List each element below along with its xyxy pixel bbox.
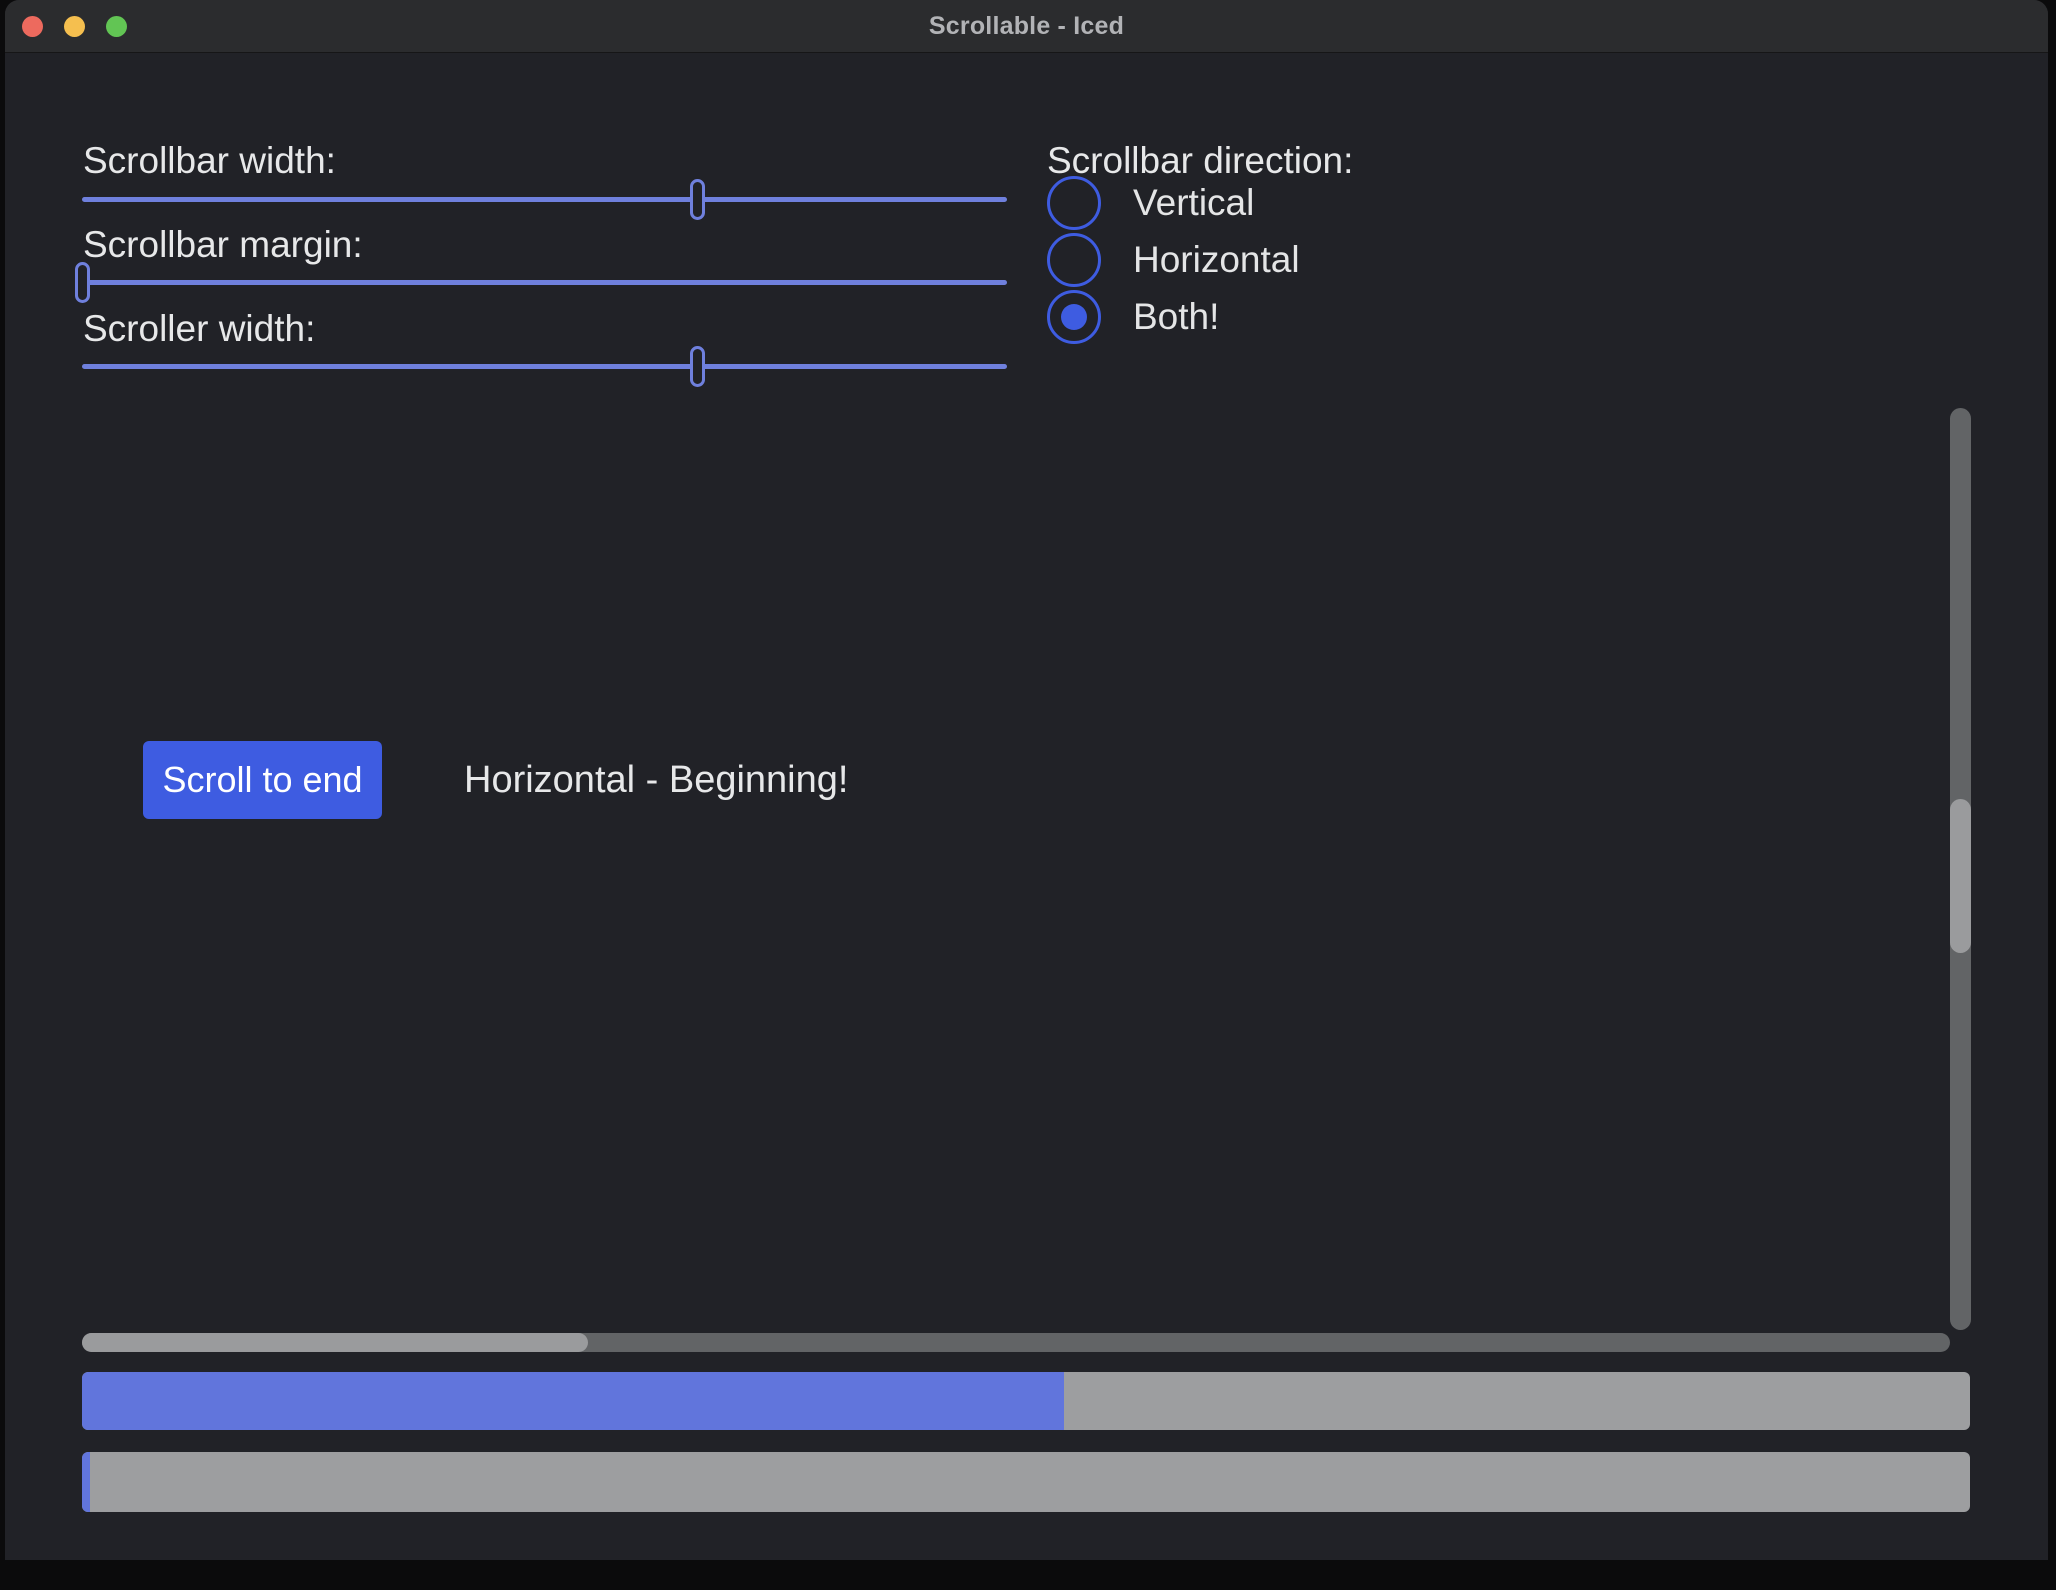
scrollbar-margin-label: Scrollbar margin: xyxy=(83,223,363,267)
horizontal-scrollbar-track[interactable] xyxy=(82,1333,1950,1352)
scrollbar-margin-slider[interactable] xyxy=(82,280,1007,285)
radio-option-vertical[interactable]: Vertical xyxy=(1047,176,1254,230)
radio-option-horizontal[interactable]: Horizontal xyxy=(1047,233,1300,287)
slider-handle[interactable] xyxy=(75,262,90,303)
app-window: Scrollable - Iced Scrollbar width: Scrol… xyxy=(5,0,2048,1560)
radio-circle-icon[interactable] xyxy=(1047,233,1101,287)
radio-circle-icon[interactable] xyxy=(1047,176,1101,230)
radio-option-both[interactable]: Both! xyxy=(1047,290,1219,344)
vertical-scrollbar-thumb[interactable] xyxy=(1950,799,1971,953)
radio-circle-icon[interactable] xyxy=(1047,290,1101,344)
scroller-width-label: Scroller width: xyxy=(83,307,315,351)
radio-selected-dot xyxy=(1061,304,1087,330)
minimize-window-button[interactable] xyxy=(64,16,85,37)
radio-option-label[interactable]: Vertical xyxy=(1133,182,1254,224)
scroller-width-slider[interactable] xyxy=(82,364,1007,369)
scrollbar-width-slider[interactable] xyxy=(82,197,1007,202)
title-bar: Scrollable - Iced xyxy=(5,0,2048,53)
horizontal-scrollbar-thumb[interactable] xyxy=(82,1333,588,1352)
slider-handle[interactable] xyxy=(690,346,705,387)
slider-handle[interactable] xyxy=(690,179,705,220)
window-title: Scrollable - Iced xyxy=(929,12,1124,41)
progress-fill xyxy=(82,1372,1064,1430)
screenshot: Scrollable - Iced Scrollbar width: Scrol… xyxy=(0,0,2056,1590)
zoom-window-button[interactable] xyxy=(106,16,127,37)
horizontal-progress-bar xyxy=(82,1372,1970,1430)
vertical-progress-bar xyxy=(82,1452,1970,1512)
scroll-to-end-button[interactable]: Scroll to end xyxy=(143,741,382,819)
radio-option-label[interactable]: Both! xyxy=(1133,296,1219,338)
radio-option-label[interactable]: Horizontal xyxy=(1133,239,1300,281)
progress-fill xyxy=(82,1452,90,1512)
scroll-status-text: Horizontal - Beginning! xyxy=(464,758,848,802)
vertical-scrollbar-track[interactable] xyxy=(1950,408,1971,1330)
close-window-button[interactable] xyxy=(22,16,43,37)
scrollbar-width-label: Scrollbar width: xyxy=(83,139,336,183)
